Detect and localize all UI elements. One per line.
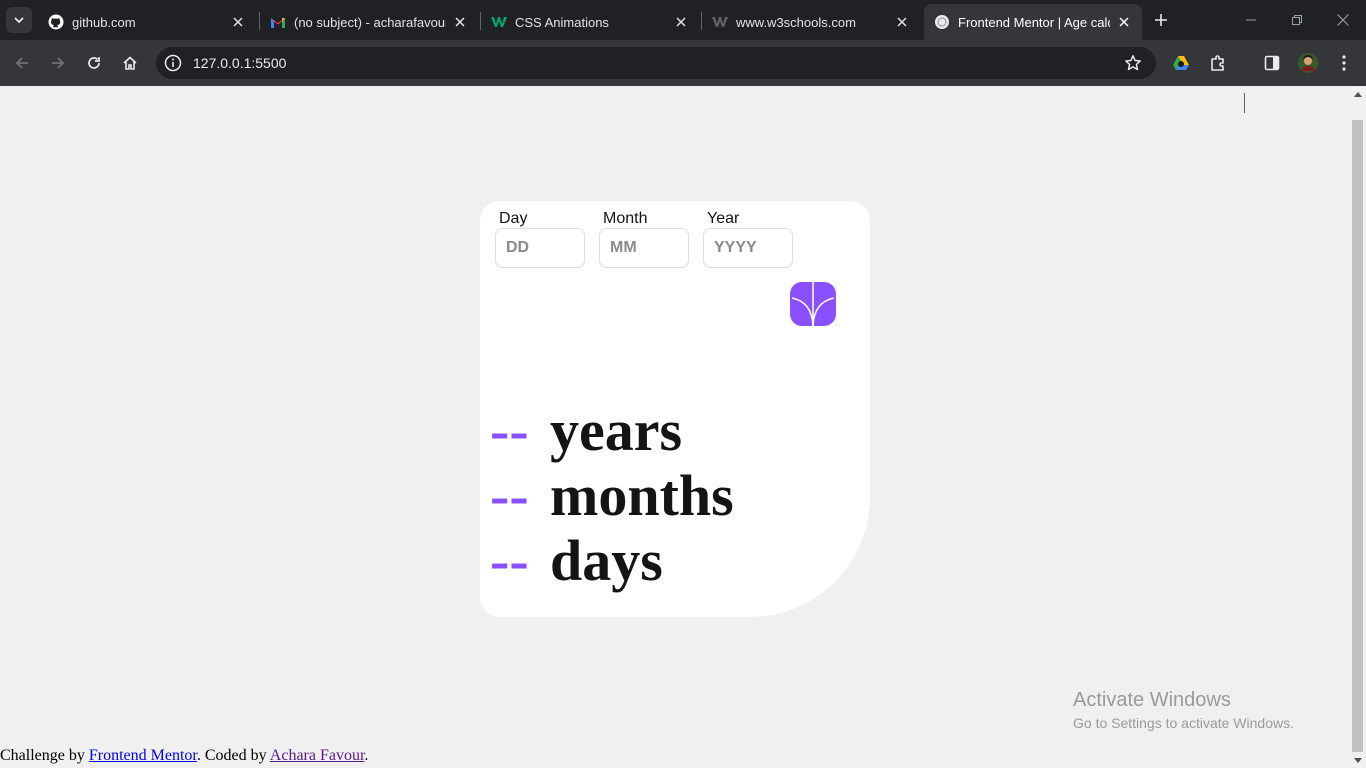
site-info-icon[interactable] [164,54,182,72]
month-label: Month [603,210,648,227]
months-unit: months [550,463,734,528]
address-bar[interactable]: 127.0.0.1:5500 [156,47,1156,79]
browser-menu-button[interactable] [1332,51,1356,75]
days-value: -- [490,528,529,593]
years-result: -- years [490,397,734,463]
tab-strip: github.com (no subject) - acharafavour0 … [0,0,1366,40]
home-button[interactable] [116,49,144,77]
watermark-title: Activate Windows [1073,689,1231,711]
home-icon [123,56,137,70]
scroll-down-arrow-icon[interactable] [1354,758,1362,763]
tab-frontend-mentor[interactable]: Frontend Mentor | Age calcu [924,4,1142,40]
back-button[interactable] [8,49,36,77]
author-link[interactable]: Achara Favour [270,747,365,764]
days-result: -- days [490,527,734,593]
arrow-right-icon [52,57,65,69]
attribution-suffix: . [364,747,369,764]
frontend-mentor-link[interactable]: Frontend Mentor [89,747,197,764]
tab-title: CSS Animations [515,14,609,30]
chevron-down-icon [14,17,24,24]
restore-icon [1292,15,1302,25]
arrow-left-icon [15,57,28,69]
day-input[interactable] [495,228,585,268]
month-field: Month [599,210,689,268]
close-icon[interactable] [230,14,246,30]
tab-gmail[interactable]: (no subject) - acharafavour0 [260,4,478,40]
tab-title: www.w3schools.com [736,14,856,30]
plus-icon [1155,14,1167,26]
month-input[interactable] [599,228,689,268]
forward-button[interactable] [44,49,72,77]
tab-title: github.com [72,14,136,30]
tab-github[interactable]: github.com [38,4,256,40]
year-field: Year [703,210,793,268]
attribution-prefix: Challenge by [0,747,85,764]
year-label: Year [707,210,740,227]
tab-w3schools[interactable]: www.w3schools.com [702,4,920,40]
tab-search-button[interactable] [6,7,32,33]
close-icon[interactable] [1116,14,1132,30]
extensions-puzzle-icon[interactable] [1206,51,1230,75]
reload-button[interactable] [80,49,108,77]
minimize-icon [1246,19,1256,21]
reload-icon [88,57,100,69]
windows-activation-watermark: Activate Windows Go to Settings to activ… [1073,689,1294,731]
bookmark-star-icon[interactable] [1124,54,1142,72]
browser-toolbar: 127.0.0.1:5500 [0,40,1366,113]
url-text: 127.0.0.1:5500 [193,55,287,71]
window-close-button[interactable] [1320,0,1366,40]
results-panel: -- years -- months -- days [490,397,734,593]
gmail-icon [270,14,286,30]
close-icon [1337,14,1349,26]
extension-google-drive-icon[interactable] [1169,51,1193,75]
months-value: -- [490,463,529,528]
w3schools-icon [712,14,728,30]
tab-css-animations[interactable]: CSS Animations [481,4,699,40]
day-label: Day [499,210,528,227]
months-result: -- months [490,462,734,528]
years-value: -- [490,398,529,463]
attribution-middle: . Coded by [196,747,267,764]
w3schools-icon [491,14,507,30]
scrollbar-thumb[interactable] [1352,120,1363,752]
github-icon [48,14,64,30]
year-input[interactable] [703,228,793,268]
watermark-subtitle: Go to Settings to activate Windows. [1073,715,1294,731]
close-icon[interactable] [452,14,468,30]
restore-button[interactable] [1274,0,1320,40]
day-field: Day [495,210,585,268]
toolbar-divider [1244,93,1245,113]
tab-title: Frontend Mentor | Age calcu [958,14,1110,30]
calculate-submit-button[interactable] [790,282,836,326]
minimize-button[interactable] [1228,0,1274,40]
close-icon[interactable] [673,14,689,30]
more-vert-icon [1342,55,1346,71]
new-tab-button[interactable] [1149,8,1173,32]
days-unit: days [550,528,663,593]
close-icon[interactable] [894,14,910,30]
page-scrollbar[interactable] [1350,87,1366,768]
years-unit: years [550,398,683,463]
arrow-down-icon [791,282,835,326]
attribution-footer: Challenge by Frontend Mentor. Coded by A… [0,747,368,765]
globe-icon [934,14,950,30]
tab-title: (no subject) - acharafavour0 [294,14,446,30]
profile-avatar[interactable] [1296,51,1320,75]
age-calculator-card: Day Month Year -- years -- months -- day… [480,201,870,617]
scroll-up-arrow-icon[interactable] [1354,92,1362,97]
side-panel-icon[interactable] [1260,51,1284,75]
